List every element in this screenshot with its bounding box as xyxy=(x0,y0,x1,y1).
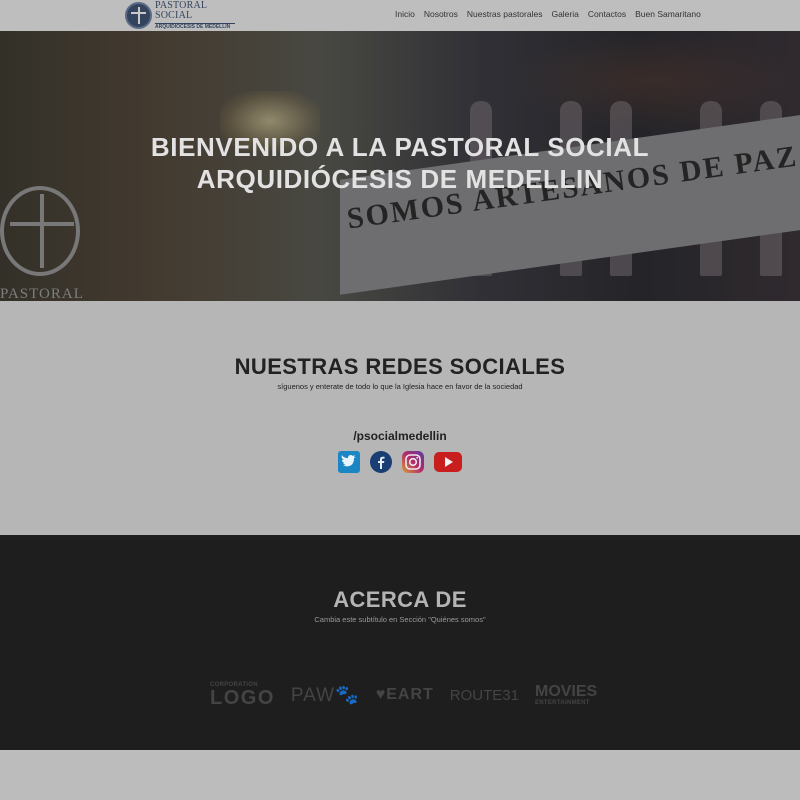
corporation-logo: CORPORATION LOGO xyxy=(210,682,275,708)
youtube-icon[interactable] xyxy=(434,452,462,477)
movies-logo-small-text: ENTERTAINMENT xyxy=(534,700,590,706)
facebook-icon[interactable] xyxy=(370,451,392,478)
about-section: ACERCA DE Cambia este subtítulo en Secci… xyxy=(0,535,800,750)
paw-logo: PAW🐾 xyxy=(291,683,360,707)
cross-emblem-icon xyxy=(125,1,152,29)
nav-item-nuestras-pastorales[interactable]: Nuestras pastorales xyxy=(467,9,543,19)
logo-line1: PASTORAL SOCIAL xyxy=(155,0,207,21)
hero-title-line1: BIENVENIDO A LA PASTORAL SOCIAL xyxy=(150,132,650,162)
heart-logo: ♥EART xyxy=(376,686,434,704)
movies-logo: MOVIES ENTERTAINMENT xyxy=(534,683,598,707)
about-title: ACERCA DE xyxy=(333,587,467,612)
twitter-icon[interactable] xyxy=(338,451,360,478)
footer-strip xyxy=(0,750,800,800)
nav-item-contactos[interactable]: Contactos xyxy=(588,9,626,19)
nav-item-galeria[interactable]: Galeria xyxy=(551,9,578,19)
nav-item-buen-samaritano[interactable]: Buen Samaritano xyxy=(635,9,701,19)
nav-item-nosotros[interactable]: Nosotros xyxy=(424,9,458,19)
hero-section: SOMOS ARTESANOS DE PAZ PASTORAL BIENVENI… xyxy=(0,31,800,301)
social-title: NUESTRAS REDES SOCIALES xyxy=(234,354,566,379)
paw-logo-text: PAW xyxy=(290,685,336,706)
hero-title-line2: ARQUIDIÓCESIS DE MEDELLIN xyxy=(196,164,604,194)
paw-print-icon: 🐾 xyxy=(335,685,360,706)
logo-text: PASTORAL SOCIAL ARQUIDIÓCESIS DE MEDELLÍ… xyxy=(155,0,235,30)
navbar: PASTORAL SOCIAL ARQUIDIÓCESIS DE MEDELLÍ… xyxy=(0,0,800,31)
partner-logos: CORPORATION LOGO PAW🐾 ♥EART ROUTE31 MOVI… xyxy=(210,682,597,708)
movies-logo-big-text: MOVIES xyxy=(534,683,598,700)
social-subtitle: síguenos y enterate de todo lo que la Ig… xyxy=(277,382,523,391)
route31-logo: ROUTE31 xyxy=(450,687,519,704)
main-nav: Inicio Nosotros Nuestras pastorales Gale… xyxy=(395,9,710,19)
route31-logo-text: ROUTE31 xyxy=(449,686,519,704)
heart-icon: ♥ xyxy=(375,686,387,703)
social-handle: /psocialmedellin xyxy=(353,429,447,443)
logo-line2: ARQUIDIÓCESIS DE MEDELLÍN xyxy=(155,22,235,30)
hero-title: BIENVENIDO A LA PASTORAL SOCIAL ARQUIDIÓ… xyxy=(0,131,800,195)
social-icons xyxy=(338,451,472,478)
about-subtitle: Cambia este subtítulo en Sección "Quiéne… xyxy=(314,615,486,624)
corporation-logo-big-text: LOGO xyxy=(210,687,275,709)
social-section: NUESTRAS REDES SOCIALES síguenos y enter… xyxy=(0,301,800,535)
instagram-icon[interactable] xyxy=(402,451,424,478)
heart-logo-text: EART xyxy=(386,686,434,703)
nav-item-inicio[interactable]: Inicio xyxy=(395,9,415,19)
site-logo[interactable]: PASTORAL SOCIAL ARQUIDIÓCESIS DE MEDELLÍ… xyxy=(125,0,235,30)
